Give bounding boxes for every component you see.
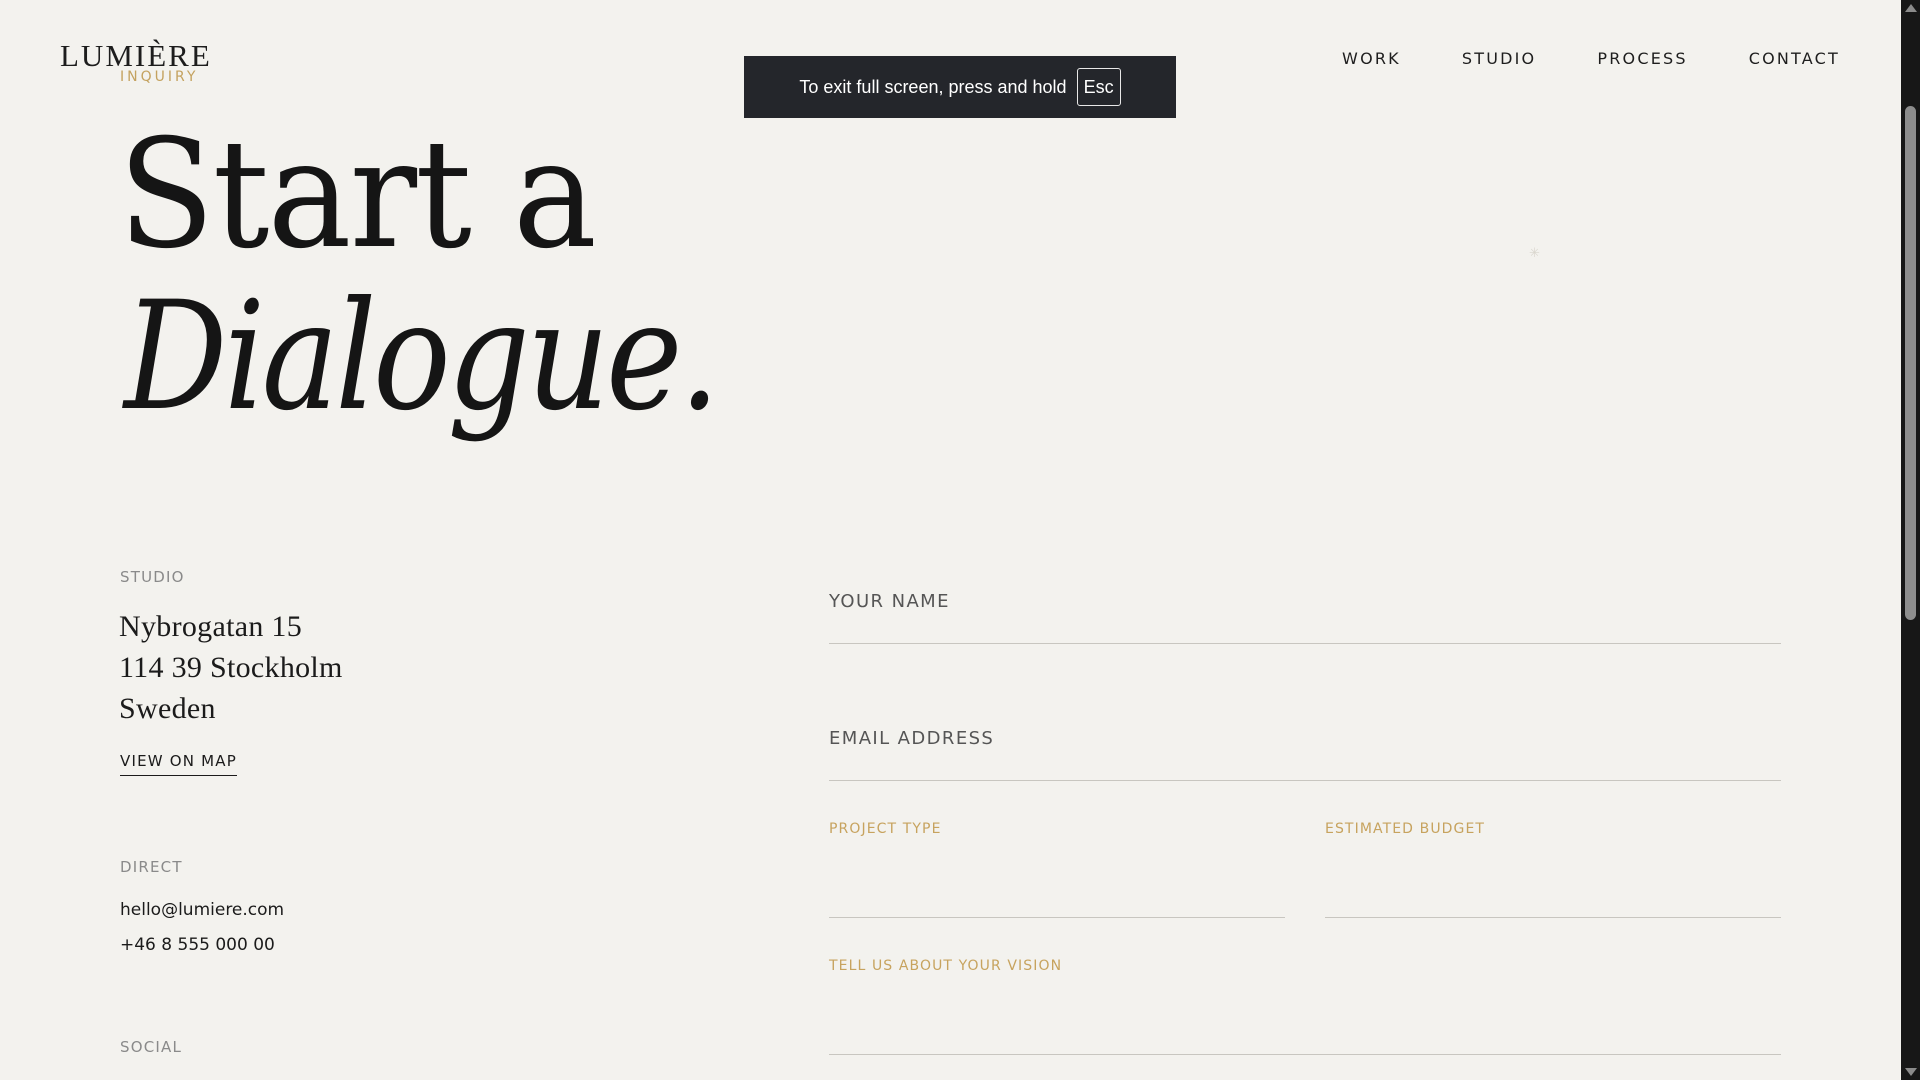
email-link[interactable]: hello@lumiere.com bbox=[120, 900, 284, 920]
nav-studio[interactable]: STUDIO bbox=[1462, 49, 1536, 68]
direct-label: DIRECT bbox=[120, 858, 183, 876]
scroll-up-arrow-icon[interactable] bbox=[1905, 4, 1917, 12]
budget-label: ESTIMATED BUDGET bbox=[1325, 821, 1486, 837]
main-nav: WORK STUDIO PROCESS CONTACT bbox=[1342, 49, 1840, 68]
name-input[interactable] bbox=[829, 609, 1781, 644]
studio-label: STUDIO bbox=[120, 568, 185, 586]
hero-title-line2: Dialogue. bbox=[124, 270, 720, 444]
scroll-down-arrow-icon[interactable] bbox=[1905, 1068, 1917, 1076]
budget-select[interactable] bbox=[1325, 883, 1781, 918]
page-eyebrow: INQUIRY bbox=[120, 69, 199, 85]
sparkle-icon: ✳ bbox=[1529, 245, 1540, 260]
scroll-thumb[interactable] bbox=[1905, 106, 1916, 620]
address-line: 114 39 Stockholm bbox=[119, 651, 343, 684]
nav-contact[interactable]: CONTACT bbox=[1749, 49, 1840, 68]
social-label: SOCIAL bbox=[120, 1038, 183, 1056]
fullscreen-notice: To exit full screen, press and hold Esc bbox=[744, 56, 1176, 118]
phone-link[interactable]: +46 8 555 000 00 bbox=[120, 935, 275, 955]
fullscreen-notice-text: To exit full screen, press and hold bbox=[799, 76, 1067, 97]
hero-title-line1: Start a bbox=[118, 108, 597, 282]
brand-logo[interactable]: LUMIÈRE bbox=[60, 40, 212, 71]
vision-textarea[interactable] bbox=[829, 1020, 1781, 1055]
studio-address: Nybrogatan 15 114 39 Stockholm Sweden bbox=[119, 606, 343, 729]
page: LUMIÈRE INQUIRY WORK STUDIO PROCESS CONT… bbox=[0, 0, 1901, 1080]
email-input[interactable] bbox=[829, 746, 1781, 781]
esc-key-badge: Esc bbox=[1076, 68, 1121, 106]
nav-work[interactable]: WORK bbox=[1342, 49, 1401, 68]
vertical-scrollbar[interactable] bbox=[1901, 0, 1920, 1080]
nav-process[interactable]: PROCESS bbox=[1597, 49, 1687, 68]
project-type-label: PROJECT TYPE bbox=[829, 821, 942, 837]
view-on-map-link[interactable]: VIEW ON MAP bbox=[120, 752, 238, 776]
project-type-select[interactable] bbox=[829, 883, 1285, 918]
address-line: Nybrogatan 15 bbox=[119, 610, 303, 643]
vision-label: TELL US ABOUT YOUR VISION bbox=[829, 958, 1063, 974]
address-line: Sweden bbox=[119, 692, 216, 725]
